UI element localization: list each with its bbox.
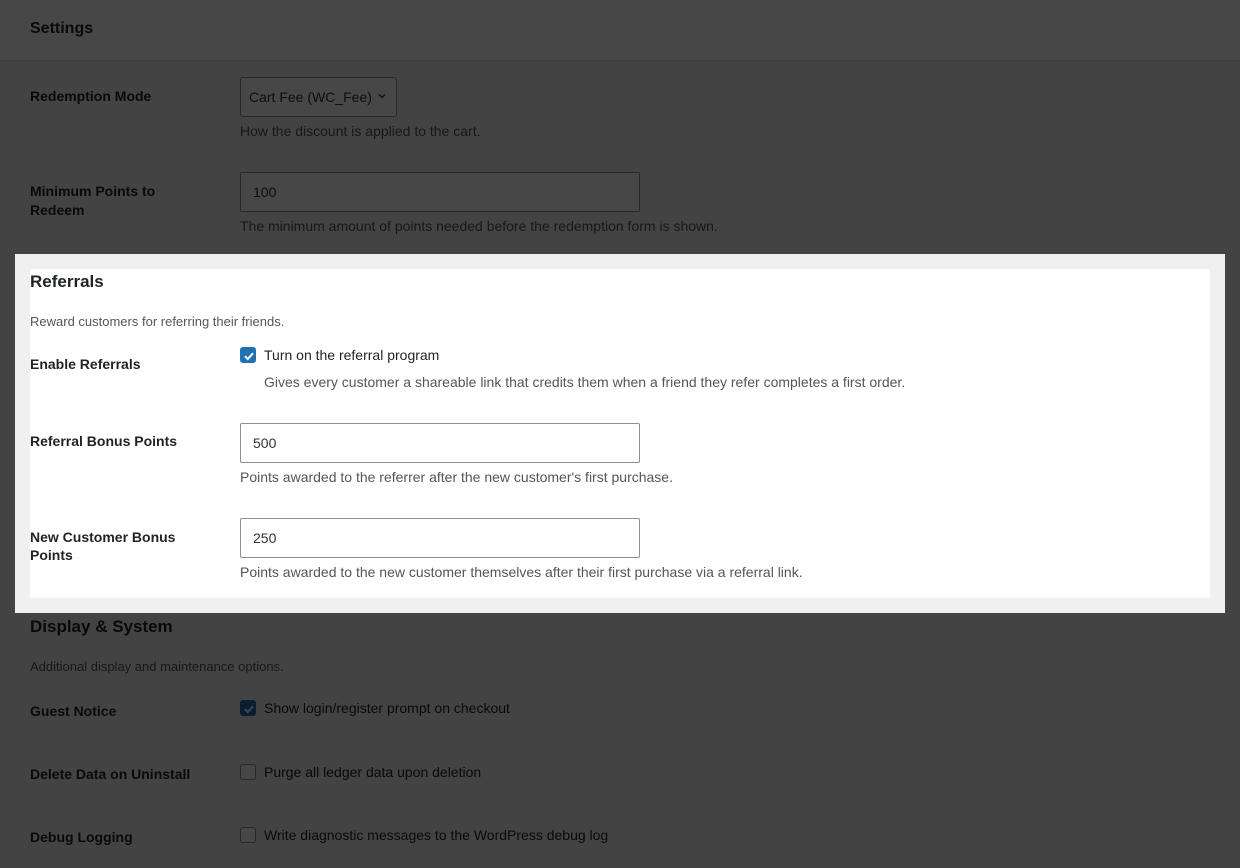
referrals-section: Referrals Reward customers for referring… [30,269,1210,598]
display-section-title: Display & System [30,617,173,636]
page-title: Settings [30,20,94,37]
new-customer-bonus-input[interactable] [240,518,640,558]
enable-referrals-checkbox-label[interactable]: Turn on the referral program [264,347,439,363]
debug-logging-checkbox[interactable] [240,827,256,843]
page-header: Settings [0,0,1240,60]
new-customer-bonus-label-line1: New Customer Bonus [30,529,176,545]
minimum-points-label-line1: Minimum Points to [30,183,156,199]
debug-logging-checkbox-label[interactable]: Write diagnostic messages to the WordPre… [264,827,608,843]
referrals-highlight: Referrals Reward customers for referring… [15,254,1225,613]
delete-data-checkbox-label[interactable]: Purge all ledger data upon deletion [264,764,481,780]
redemption-mode-select[interactable]: Cart Fee (WC_Fee) [240,77,397,117]
enable-referrals-checkbox[interactable] [240,347,256,363]
referrals-section-description: Reward customers for referring their fri… [30,314,285,329]
new-customer-bonus-label: New Customer Bonus Points [30,528,210,564]
referral-bonus-description: Points awarded to the referrer after the… [240,469,673,485]
new-customer-bonus-label-line2: Points [30,547,73,563]
checkmark-icon [244,705,254,714]
enable-referrals-label: Enable Referrals [30,356,141,372]
redemption-mode-value: Cart Fee (WC_Fee) [249,89,372,105]
referrals-section-title: Referrals [30,272,104,291]
guest-notice-label: Guest Notice [30,703,117,719]
minimum-points-label: Minimum Points to Redeem [30,182,210,220]
debug-logging-label: Debug Logging [30,829,133,845]
checkmark-icon [244,352,254,361]
referral-bonus-label: Referral Bonus Points [30,433,178,449]
minimum-points-input[interactable] [240,172,640,212]
new-customer-bonus-description: Points awarded to the new customer thems… [240,564,803,580]
chevron-down-icon [378,94,386,99]
display-section-description: Additional display and maintenance optio… [30,659,284,674]
minimum-points-label-line2: Redeem [30,202,85,218]
delete-data-label: Delete Data on Uninstall [30,766,191,782]
guest-notice-checkbox-label[interactable]: Show login/register prompt on checkout [264,700,510,716]
redemption-mode-label: Redemption Mode [30,88,152,104]
minimum-points-description: The minimum amount of points needed befo… [240,218,718,234]
guest-notice-checkbox[interactable] [240,700,256,716]
redemption-mode-description: How the discount is applied to the cart. [240,123,481,139]
referral-bonus-input[interactable] [240,423,640,463]
enable-referrals-description: Gives every customer a shareable link th… [264,374,906,390]
delete-data-checkbox[interactable] [240,764,256,780]
